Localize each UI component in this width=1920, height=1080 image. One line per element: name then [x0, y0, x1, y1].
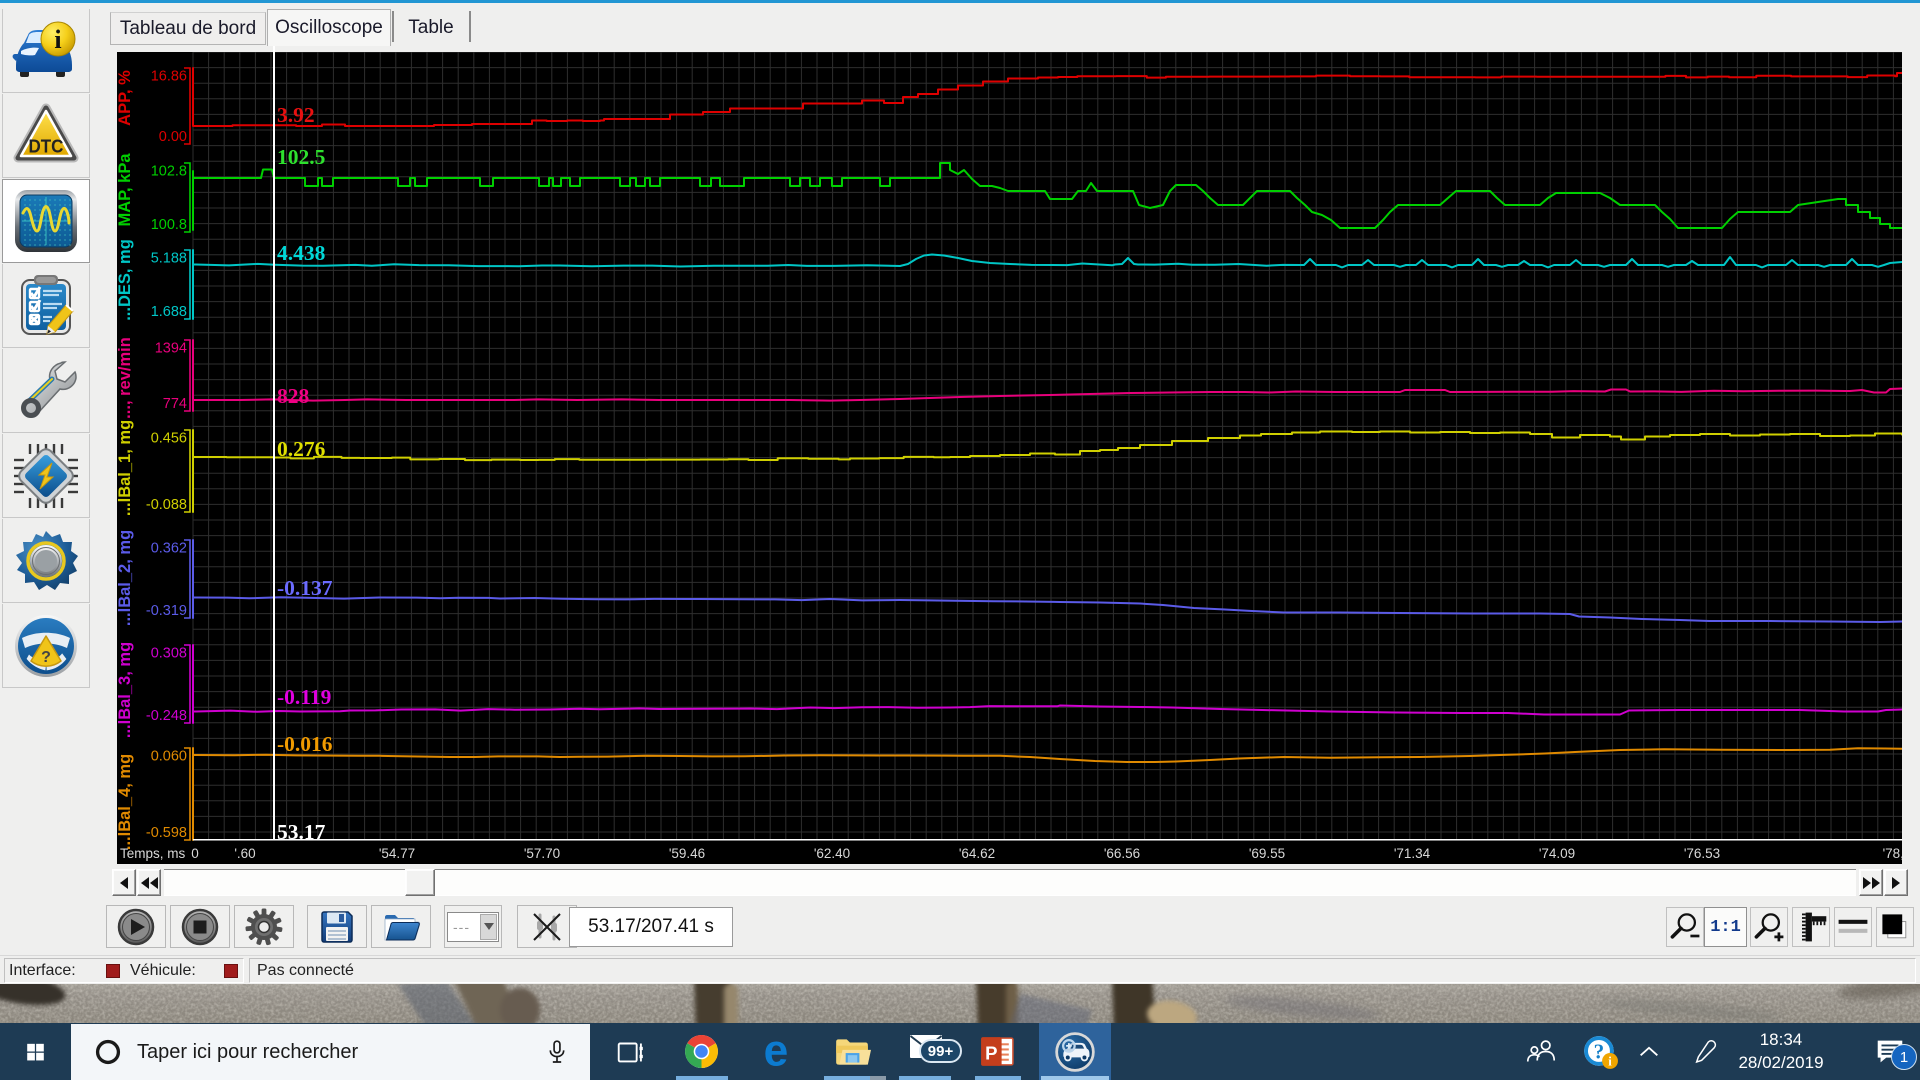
svg-text:'59.46: '59.46 — [669, 846, 705, 861]
svg-text:0.456: 0.456 — [151, 431, 187, 447]
svg-text:5.188: 5.188 — [151, 251, 187, 267]
svg-text:16.86: 16.86 — [151, 69, 187, 85]
svg-text:...lBal_2, mg: ...lBal_2, mg — [117, 530, 134, 626]
svg-text:'76.53: '76.53 — [1684, 846, 1720, 861]
svg-text:i: i — [54, 25, 61, 54]
svg-text:APP, %: APP, % — [117, 70, 134, 126]
svg-text:'74.09: '74.09 — [1539, 846, 1575, 861]
svg-text:100.8: 100.8 — [151, 217, 187, 233]
svg-text:MAP, kPa: MAP, kPa — [117, 153, 134, 227]
svg-text:0.060: 0.060 — [151, 749, 187, 765]
svg-text:0.00: 0.00 — [159, 129, 187, 145]
svg-text:0.276: 0.276 — [277, 437, 326, 461]
svg-text:'69.55: '69.55 — [1249, 846, 1285, 861]
svg-text:828: 828 — [277, 384, 310, 408]
svg-text:e: e — [764, 1033, 789, 1071]
svg-text:-0.319: -0.319 — [146, 603, 187, 619]
svg-text:'78,5: '78,5 — [1883, 846, 1902, 861]
svg-text:0.308: 0.308 — [151, 646, 187, 662]
svg-text:-0.137: -0.137 — [277, 576, 333, 600]
svg-text:53.17: 53.17 — [277, 820, 326, 844]
svg-text:...lBal_3, mg: ...lBal_3, mg — [117, 642, 134, 738]
svg-text:..., rev/min: ..., rev/min — [117, 337, 134, 419]
svg-text:Temps, ms: Temps, ms — [120, 846, 186, 861]
svg-text:DTC: DTC — [29, 135, 64, 156]
svg-text:1.688: 1.688 — [151, 304, 187, 320]
svg-text:1394: 1394 — [155, 341, 187, 357]
svg-text:i: i — [1608, 1054, 1612, 1068]
svg-text:-0.119: -0.119 — [277, 685, 331, 709]
svg-text:'64.62: '64.62 — [959, 846, 995, 861]
svg-text:774: 774 — [163, 396, 187, 412]
svg-text:P: P — [985, 1043, 997, 1064]
svg-text:102.5: 102.5 — [277, 145, 325, 169]
svg-text:-0.598: -0.598 — [146, 825, 187, 841]
svg-text:0: 0 — [191, 846, 199, 861]
svg-text:...DES, mg: ...DES, mg — [117, 239, 134, 321]
svg-text:-0.088: -0.088 — [146, 497, 187, 513]
svg-text:'54.77: '54.77 — [379, 846, 415, 861]
svg-text:4.438: 4.438 — [277, 241, 326, 265]
svg-text:'71.34: '71.34 — [1394, 846, 1431, 861]
svg-text:0.362: 0.362 — [151, 541, 187, 557]
svg-text:?: ? — [41, 649, 51, 666]
svg-text:3.92: 3.92 — [277, 103, 315, 127]
svg-text:102.8: 102.8 — [151, 164, 187, 180]
svg-text:'.60: '.60 — [234, 846, 255, 861]
svg-text:...lBal_1, mg: ...lBal_1, mg — [117, 420, 134, 516]
svg-text:'57.70: '57.70 — [524, 846, 560, 861]
svg-text:...lBal_4, mg: ...lBal_4, mg — [117, 754, 134, 850]
svg-text:-0.248: -0.248 — [146, 708, 187, 724]
svg-text:'66.56: '66.56 — [1104, 846, 1140, 861]
svg-text:'62.40: '62.40 — [814, 846, 850, 861]
svg-text:-0.016: -0.016 — [277, 732, 333, 756]
